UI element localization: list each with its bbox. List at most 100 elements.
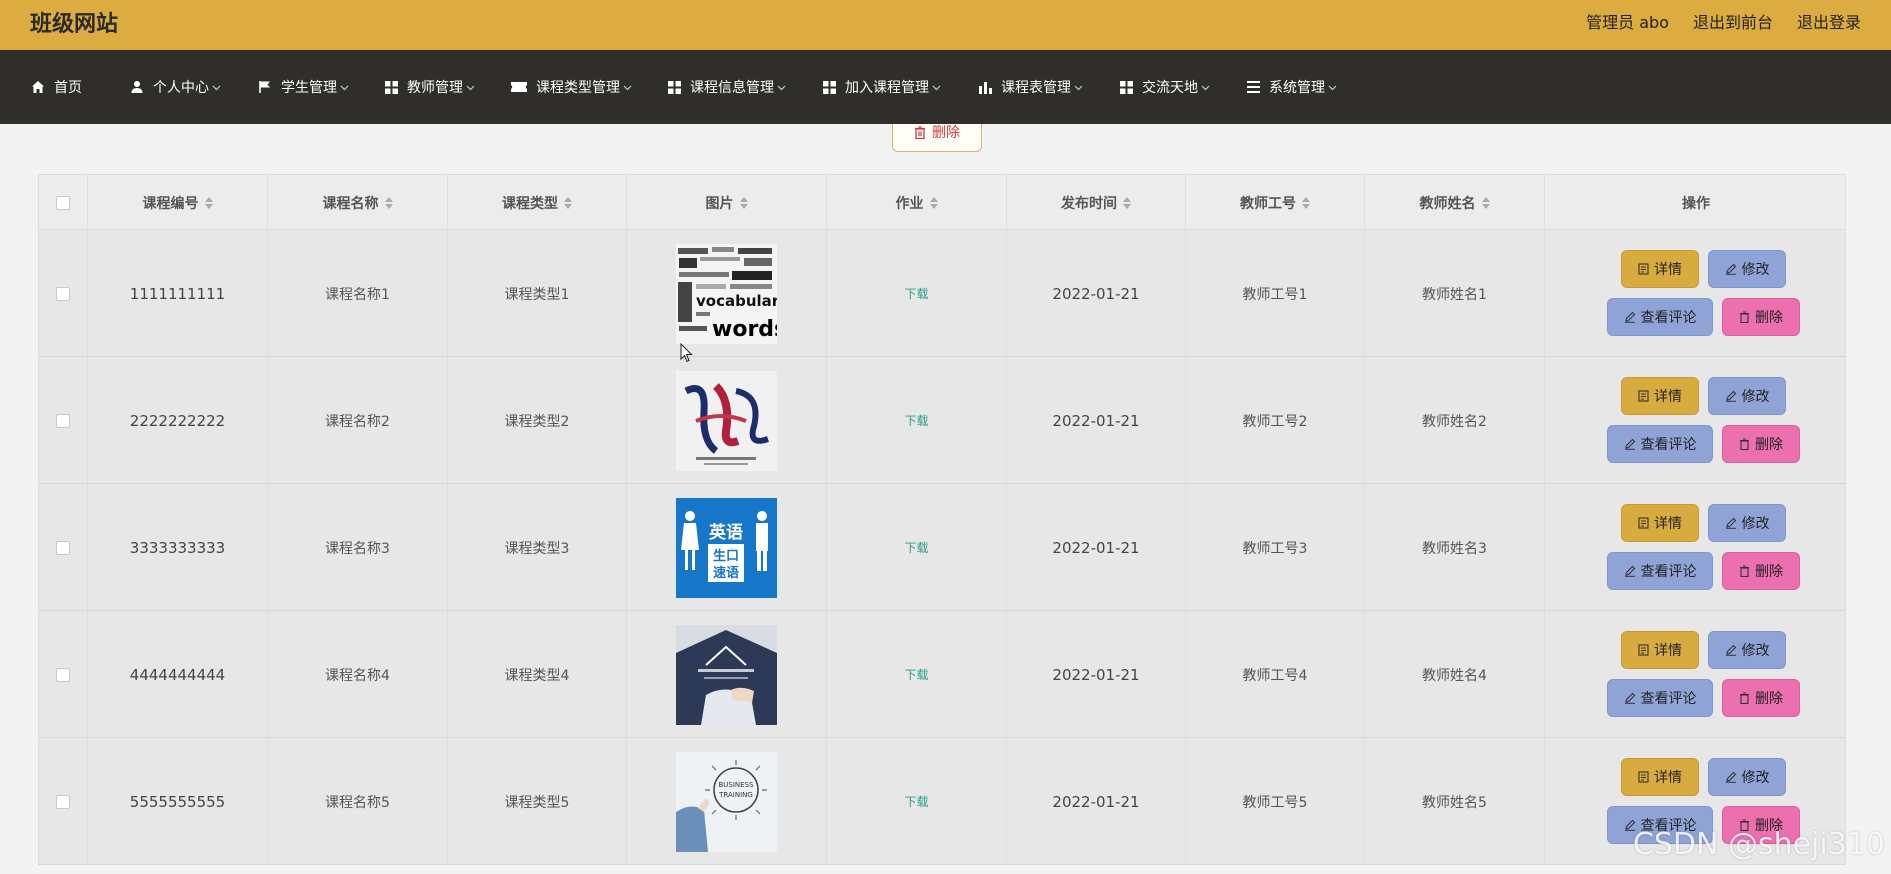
cell-type: 课程类型2: [448, 357, 627, 484]
admin-label: 管理员 abo: [1586, 13, 1669, 32]
view-comments-button[interactable]: 查看评论: [1607, 552, 1713, 590]
cell-homework: 下载: [827, 484, 1007, 611]
trash-icon: [915, 125, 925, 139]
main-content: 删除 课程编号 课程名称 课程类型 图片 作业 发布时间 教师工号 教师姓名 操…: [0, 124, 1891, 874]
download-link[interactable]: 下载: [904, 666, 928, 683]
view-comments-button[interactable]: 查看评论: [1607, 298, 1713, 336]
watermark: CSDN @sheji310: [1632, 827, 1885, 862]
pencil-icon: [1725, 263, 1736, 275]
delete-button[interactable]: 删除: [1722, 298, 1800, 336]
column-header-date[interactable]: 发布时间: [1007, 175, 1186, 231]
row-checkbox[interactable]: [56, 667, 70, 682]
cell-image: [627, 357, 827, 484]
detail-button[interactable]: 详情: [1621, 631, 1699, 669]
column-header-teacher-name[interactable]: 教师姓名: [1365, 175, 1545, 231]
edit-button[interactable]: 修改: [1708, 250, 1786, 288]
cell-type: 课程类型5: [448, 738, 627, 865]
nav-label-course-info: 课程信息管理: [690, 80, 774, 96]
cell-actions: 详情 修改 查看评论 删除: [1545, 230, 1847, 357]
nav-item-system[interactable]: 系统管理: [1247, 77, 1337, 97]
grid-icon: [385, 80, 398, 94]
cell-code: 1111111111: [88, 230, 268, 357]
vocabulary-words-image[interactable]: vocabulary words: [676, 243, 777, 344]
edit-button[interactable]: 修改: [1708, 631, 1786, 669]
cell-homework: 下载: [827, 230, 1007, 357]
row-checkbox[interactable]: [56, 413, 70, 428]
nav-item-profile[interactable]: 个人中心: [130, 77, 221, 97]
site-title: 班级网站: [30, 12, 119, 37]
nav-item-teachers[interactable]: 教师管理: [385, 77, 475, 97]
back-to-front-link[interactable]: 退出到前台: [1693, 9, 1773, 33]
study-desk-image[interactable]: [676, 624, 777, 725]
sort-icon: [1123, 197, 1131, 209]
column-header-code[interactable]: 课程编号: [88, 175, 268, 231]
document-icon: [1638, 263, 1649, 275]
row-select-cell: [39, 484, 88, 611]
nav-item-join-course[interactable]: 加入课程管理: [823, 77, 941, 97]
sort-icon: [1302, 197, 1310, 209]
business-training-image[interactable]: BUSINESS TRAINING: [676, 751, 777, 852]
trash-icon: [1740, 311, 1749, 323]
view-comments-button[interactable]: 查看评论: [1607, 679, 1713, 717]
column-header-name[interactable]: 课程名称: [268, 175, 448, 231]
calligraphy-image[interactable]: [676, 370, 777, 471]
sort-icon: [739, 197, 748, 209]
pencil-icon: [1725, 517, 1736, 529]
download-link[interactable]: 下载: [904, 412, 928, 429]
grid-icon: [823, 80, 836, 94]
svg-text:速语: 速语: [713, 565, 739, 581]
row-checkbox[interactable]: [56, 794, 70, 809]
logout-link[interactable]: 退出登录: [1797, 9, 1861, 33]
select-all-checkbox[interactable]: [56, 196, 70, 210]
row-checkbox[interactable]: [56, 286, 70, 301]
edit-button[interactable]: 修改: [1708, 377, 1786, 415]
nav-item-course-types[interactable]: 课程类型管理: [511, 77, 632, 97]
svg-text:生口: 生口: [713, 548, 739, 564]
svg-text:BUSINESS: BUSINESS: [719, 781, 755, 789]
nav-item-schedule[interactable]: 课程表管理: [979, 77, 1083, 97]
download-link[interactable]: 下载: [904, 793, 928, 810]
nav-item-students[interactable]: 学生管理: [258, 77, 349, 97]
trash-icon: [1740, 438, 1749, 450]
english-oral-image[interactable]: 英语 生口 速语: [676, 497, 777, 598]
detail-button[interactable]: 详情: [1621, 758, 1699, 796]
detail-button[interactable]: 详情: [1621, 250, 1699, 288]
cell-type: 课程类型4: [448, 611, 627, 738]
chevron-down-icon: [932, 85, 941, 90]
cell-image: 英语 生口 速语: [627, 484, 827, 611]
column-header-teacher-id[interactable]: 教师工号: [1186, 175, 1365, 231]
view-comments-button[interactable]: 查看评论: [1607, 425, 1713, 463]
cell-date: 2022-01-21: [1007, 357, 1186, 484]
delete-button[interactable]: 删除: [1722, 552, 1800, 590]
edit-button[interactable]: 修改: [1708, 758, 1786, 796]
column-header-image[interactable]: 图片: [627, 175, 827, 231]
cell-actions: 详情 修改 查看评论 删除: [1545, 484, 1847, 611]
detail-button[interactable]: 详情: [1621, 377, 1699, 415]
nav-item-course-info[interactable]: 课程信息管理: [668, 77, 786, 97]
detail-button[interactable]: 详情: [1621, 504, 1699, 542]
table-row: 1111111111 课程名称1 课程类型1 vocabulary words: [38, 230, 1846, 357]
download-link[interactable]: 下载: [904, 285, 928, 302]
download-link[interactable]: 下载: [904, 539, 928, 556]
nav-label-forum: 交流天地: [1142, 80, 1198, 96]
column-header-homework[interactable]: 作业: [827, 175, 1007, 231]
column-header-type[interactable]: 课程类型: [448, 175, 627, 231]
table-row: 2222222222 课程名称2 课程类型2 下载 2022-01-21 教师工…: [38, 357, 1846, 484]
row-select-cell: [39, 230, 88, 357]
table-row: 5555555555 课程名称5 课程类型5 BUSINESS TRAINING: [38, 738, 1846, 865]
sort-icon: [384, 197, 393, 209]
pencil-icon: [1725, 644, 1736, 656]
delete-button[interactable]: 删除: [1722, 679, 1800, 717]
chevron-down-icon: [340, 85, 349, 90]
nav-item-home[interactable]: 首页: [31, 77, 82, 97]
chevron-down-icon: [623, 85, 632, 90]
delete-button[interactable]: 删除: [1722, 425, 1800, 463]
home-icon: [32, 81, 44, 93]
grid-icon: [668, 80, 681, 94]
batch-delete-button[interactable]: 删除: [892, 124, 982, 152]
sort-icon: [929, 197, 938, 209]
cell-teacher-name: 教师姓名2: [1365, 357, 1545, 484]
row-checkbox[interactable]: [56, 540, 70, 555]
edit-button[interactable]: 修改: [1708, 504, 1786, 542]
nav-item-forum[interactable]: 交流天地: [1120, 77, 1210, 97]
